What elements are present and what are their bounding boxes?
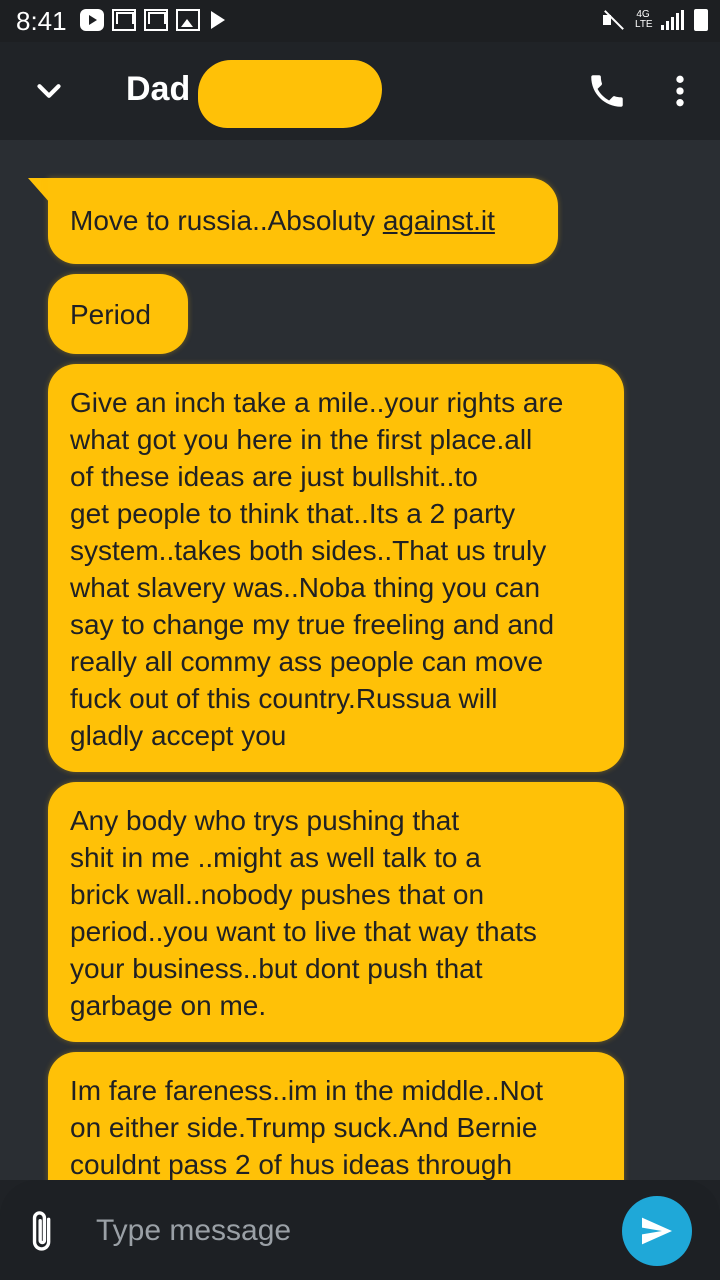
play-store-icon [208, 9, 228, 31]
message-bubble[interactable]: Period [48, 274, 188, 354]
redaction-scribble [198, 60, 382, 128]
mute-icon [601, 9, 625, 31]
message-bubble[interactable]: Im fare fareness..im in the middle..Not … [48, 1052, 624, 1180]
message-text: Give an inch take a mile..your rights ar… [70, 387, 564, 751]
status-bar: 8:41 4G LTE [0, 0, 720, 42]
message-input[interactable] [96, 1206, 576, 1256]
message-bubble[interactable]: Move to russia..Absoluty against.it [48, 178, 558, 264]
gmail-icon [144, 9, 168, 31]
network-type-icon: 4G LTE [635, 9, 653, 30]
more-options-icon[interactable] [660, 70, 700, 112]
message-bubble[interactable]: Any body who trys pushing that shit in m… [48, 782, 624, 1042]
signal-icon [661, 10, 684, 30]
paperclip-icon[interactable] [26, 1208, 60, 1256]
gallery-icon [176, 9, 200, 31]
gmail-icon [112, 9, 136, 31]
message-text: Im fare fareness..im in the middle..Not … [70, 1075, 544, 1180]
send-icon [642, 1217, 672, 1245]
phone-icon[interactable] [586, 70, 628, 112]
chevron-down-icon[interactable] [30, 72, 68, 110]
message-text: Any body who trys pushing that shit in m… [70, 805, 537, 1021]
conversation-header: Dad ( [0, 42, 720, 140]
system-icons: 4G LTE [601, 9, 708, 31]
message-bubble[interactable]: Give an inch take a mile..your rights ar… [48, 364, 624, 772]
status-time: 8:41 [16, 6, 67, 36]
message-list[interactable]: Move to russia..Absoluty against.it Peri… [0, 140, 720, 1180]
message-link[interactable]: against.it [383, 205, 495, 236]
battery-icon [694, 9, 708, 31]
notification-icons [80, 9, 228, 31]
message-composer [0, 1180, 720, 1280]
message-text: Move to russia..Absoluty against.it [70, 202, 536, 239]
youtube-icon [80, 9, 104, 31]
send-button[interactable] [622, 1196, 692, 1266]
message-text: Period [70, 299, 151, 330]
message-text-prefix: Move to russia..Absoluty [70, 205, 383, 236]
